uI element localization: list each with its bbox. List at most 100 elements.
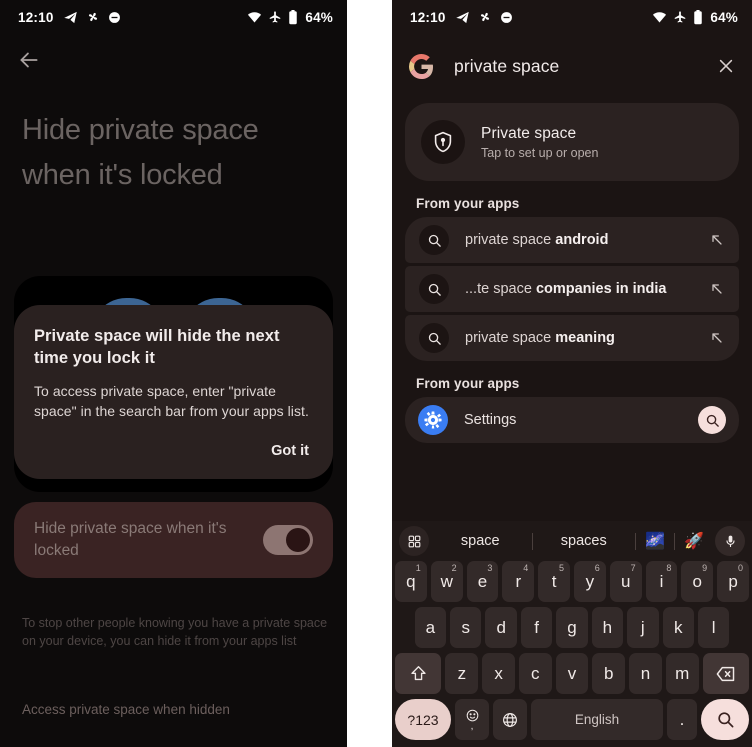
key-v[interactable]: v (555, 653, 589, 694)
footer-note: To stop other people knowing you have a … (22, 616, 328, 648)
key-y[interactable]: 6y (574, 561, 606, 602)
arrow-up-left-icon[interactable] (709, 330, 725, 346)
arrow-up-left-icon[interactable] (709, 281, 725, 297)
key-q[interactable]: 1q (395, 561, 427, 602)
key-t[interactable]: 5t (538, 561, 570, 602)
search-icon (419, 225, 449, 255)
private-space-card-texts: Private space Tap to set up or open (481, 125, 598, 160)
status-right-icons: 64% (652, 9, 738, 25)
airplane-mode-icon (673, 10, 687, 24)
key-u[interactable]: 7u (609, 561, 642, 602)
key-i[interactable]: 8i (645, 561, 678, 602)
microphone-icon[interactable] (715, 526, 745, 556)
battery-percent: 64% (710, 9, 738, 25)
telegram-icon (63, 10, 78, 25)
pinwheel-icon (86, 10, 100, 24)
search-key-icon[interactable] (701, 699, 749, 740)
key-r[interactable]: 4r (502, 561, 535, 602)
shield-lock-icon (421, 120, 465, 164)
access-private-space-link[interactable]: Access private space when hidden (22, 702, 230, 717)
row2-right-spacer (733, 607, 749, 648)
hide-private-space-label: Hide private space when it's locked (34, 520, 227, 559)
keyboard-emoji-galaxy[interactable]: 🌌 (636, 531, 674, 551)
key-l[interactable]: l (697, 607, 730, 648)
keyboard-suggestion-2[interactable]: spaces (533, 533, 636, 549)
panel-divider (347, 0, 392, 747)
emoji-key-sub: , (470, 721, 474, 732)
key-z[interactable]: z (445, 653, 479, 694)
keyboard-grid-icon[interactable] (399, 526, 429, 556)
app-search-icon[interactable] (698, 406, 726, 434)
pinwheel-icon (478, 10, 492, 24)
key-x[interactable]: x (482, 653, 515, 694)
airplane-mode-icon (268, 10, 282, 24)
status-time: 12:10 (18, 9, 54, 25)
search-icon (419, 323, 449, 353)
keyboard-row-4: ?123 , English . (392, 699, 752, 747)
suggestion-label-1: private space android (465, 232, 609, 248)
arrow-up-left-icon[interactable] (709, 232, 725, 248)
page-title: Hide private space when it's locked (22, 114, 259, 191)
screenshot-stage: 12:10 64% Hide private space when it's l… (0, 0, 752, 747)
key-w[interactable]: 2w (430, 561, 463, 602)
wifi-icon (652, 10, 667, 25)
key-s[interactable]: s (450, 607, 482, 648)
row2-left-spacer (395, 607, 411, 648)
hide-private-space-row[interactable]: Hide private space when it's locked (14, 502, 333, 578)
keyboard-row-1: 1q 2w 3e 4r 5t 6y 7u 8i 9o 0p (392, 561, 752, 607)
key-c[interactable]: c (518, 653, 552, 694)
search-input[interactable]: private space (454, 56, 716, 77)
battery-icon (693, 9, 703, 25)
section-header-suggestions: From your apps (416, 196, 520, 211)
got-it-button[interactable]: Got it (267, 437, 313, 465)
keyboard-suggestion-1[interactable]: space (429, 533, 532, 549)
private-space-card-title: Private space (481, 124, 577, 142)
close-icon[interactable] (716, 56, 736, 76)
status-left-icons (63, 10, 121, 25)
keyboard-emoji-rocket[interactable]: 🚀 (675, 531, 713, 551)
key-b[interactable]: b (592, 653, 626, 694)
key-j[interactable]: j (627, 607, 659, 648)
key-h[interactable]: h (591, 607, 624, 648)
do-not-disturb-icon (500, 11, 513, 24)
key-n[interactable]: n (629, 653, 662, 694)
key-o[interactable]: 9o (681, 561, 714, 602)
battery-icon (288, 9, 298, 25)
keyboard: space spaces 🌌 🚀 1q 2w 3e 4r 5t 6y 7u 8 (392, 521, 752, 747)
key-g[interactable]: g (556, 607, 588, 648)
search-bar[interactable]: private space (392, 41, 752, 91)
status-time: 12:10 (410, 9, 446, 25)
backspace-icon[interactable] (702, 653, 749, 694)
settings-gear-icon (418, 405, 448, 435)
dialog-title: Private space will hide the next time yo… (34, 327, 280, 367)
private-space-card[interactable]: Private space Tap to set up or open (405, 103, 739, 181)
key-m[interactable]: m (665, 653, 699, 694)
key-k[interactable]: k (662, 607, 694, 648)
numeric-key[interactable]: ?123 (395, 699, 451, 740)
section-header-apps: From your apps (416, 376, 520, 391)
private-space-card-subtitle: Tap to set up or open (481, 145, 599, 160)
space-key[interactable]: English (531, 699, 663, 740)
google-g-icon (409, 53, 434, 79)
emoji-icon[interactable]: , (455, 699, 489, 740)
suggestion-row-1[interactable]: private space android (405, 217, 739, 263)
key-d[interactable]: d (485, 607, 517, 648)
battery-percent: 64% (305, 9, 333, 25)
back-arrow-icon[interactable] (16, 47, 42, 73)
status-right-icons: 64% (247, 9, 333, 25)
key-f[interactable]: f (520, 607, 553, 648)
dialog-actions: Got it (34, 437, 313, 465)
key-p[interactable]: 0p (717, 561, 749, 602)
suggestion-row-2[interactable]: ...te space companies in india (405, 266, 739, 312)
period-key[interactable]: . (667, 699, 697, 740)
shift-icon[interactable] (395, 653, 442, 694)
search-icon (419, 274, 449, 304)
app-result-settings[interactable]: Settings (405, 397, 739, 443)
status-left-icons (455, 10, 513, 25)
key-a[interactable]: a (414, 607, 447, 648)
suggestion-row-3[interactable]: private space meaning (405, 315, 739, 361)
hide-private-space-toggle[interactable] (263, 525, 313, 555)
key-e[interactable]: 3e (466, 561, 499, 602)
telegram-icon (455, 10, 470, 25)
globe-icon[interactable] (493, 699, 527, 740)
